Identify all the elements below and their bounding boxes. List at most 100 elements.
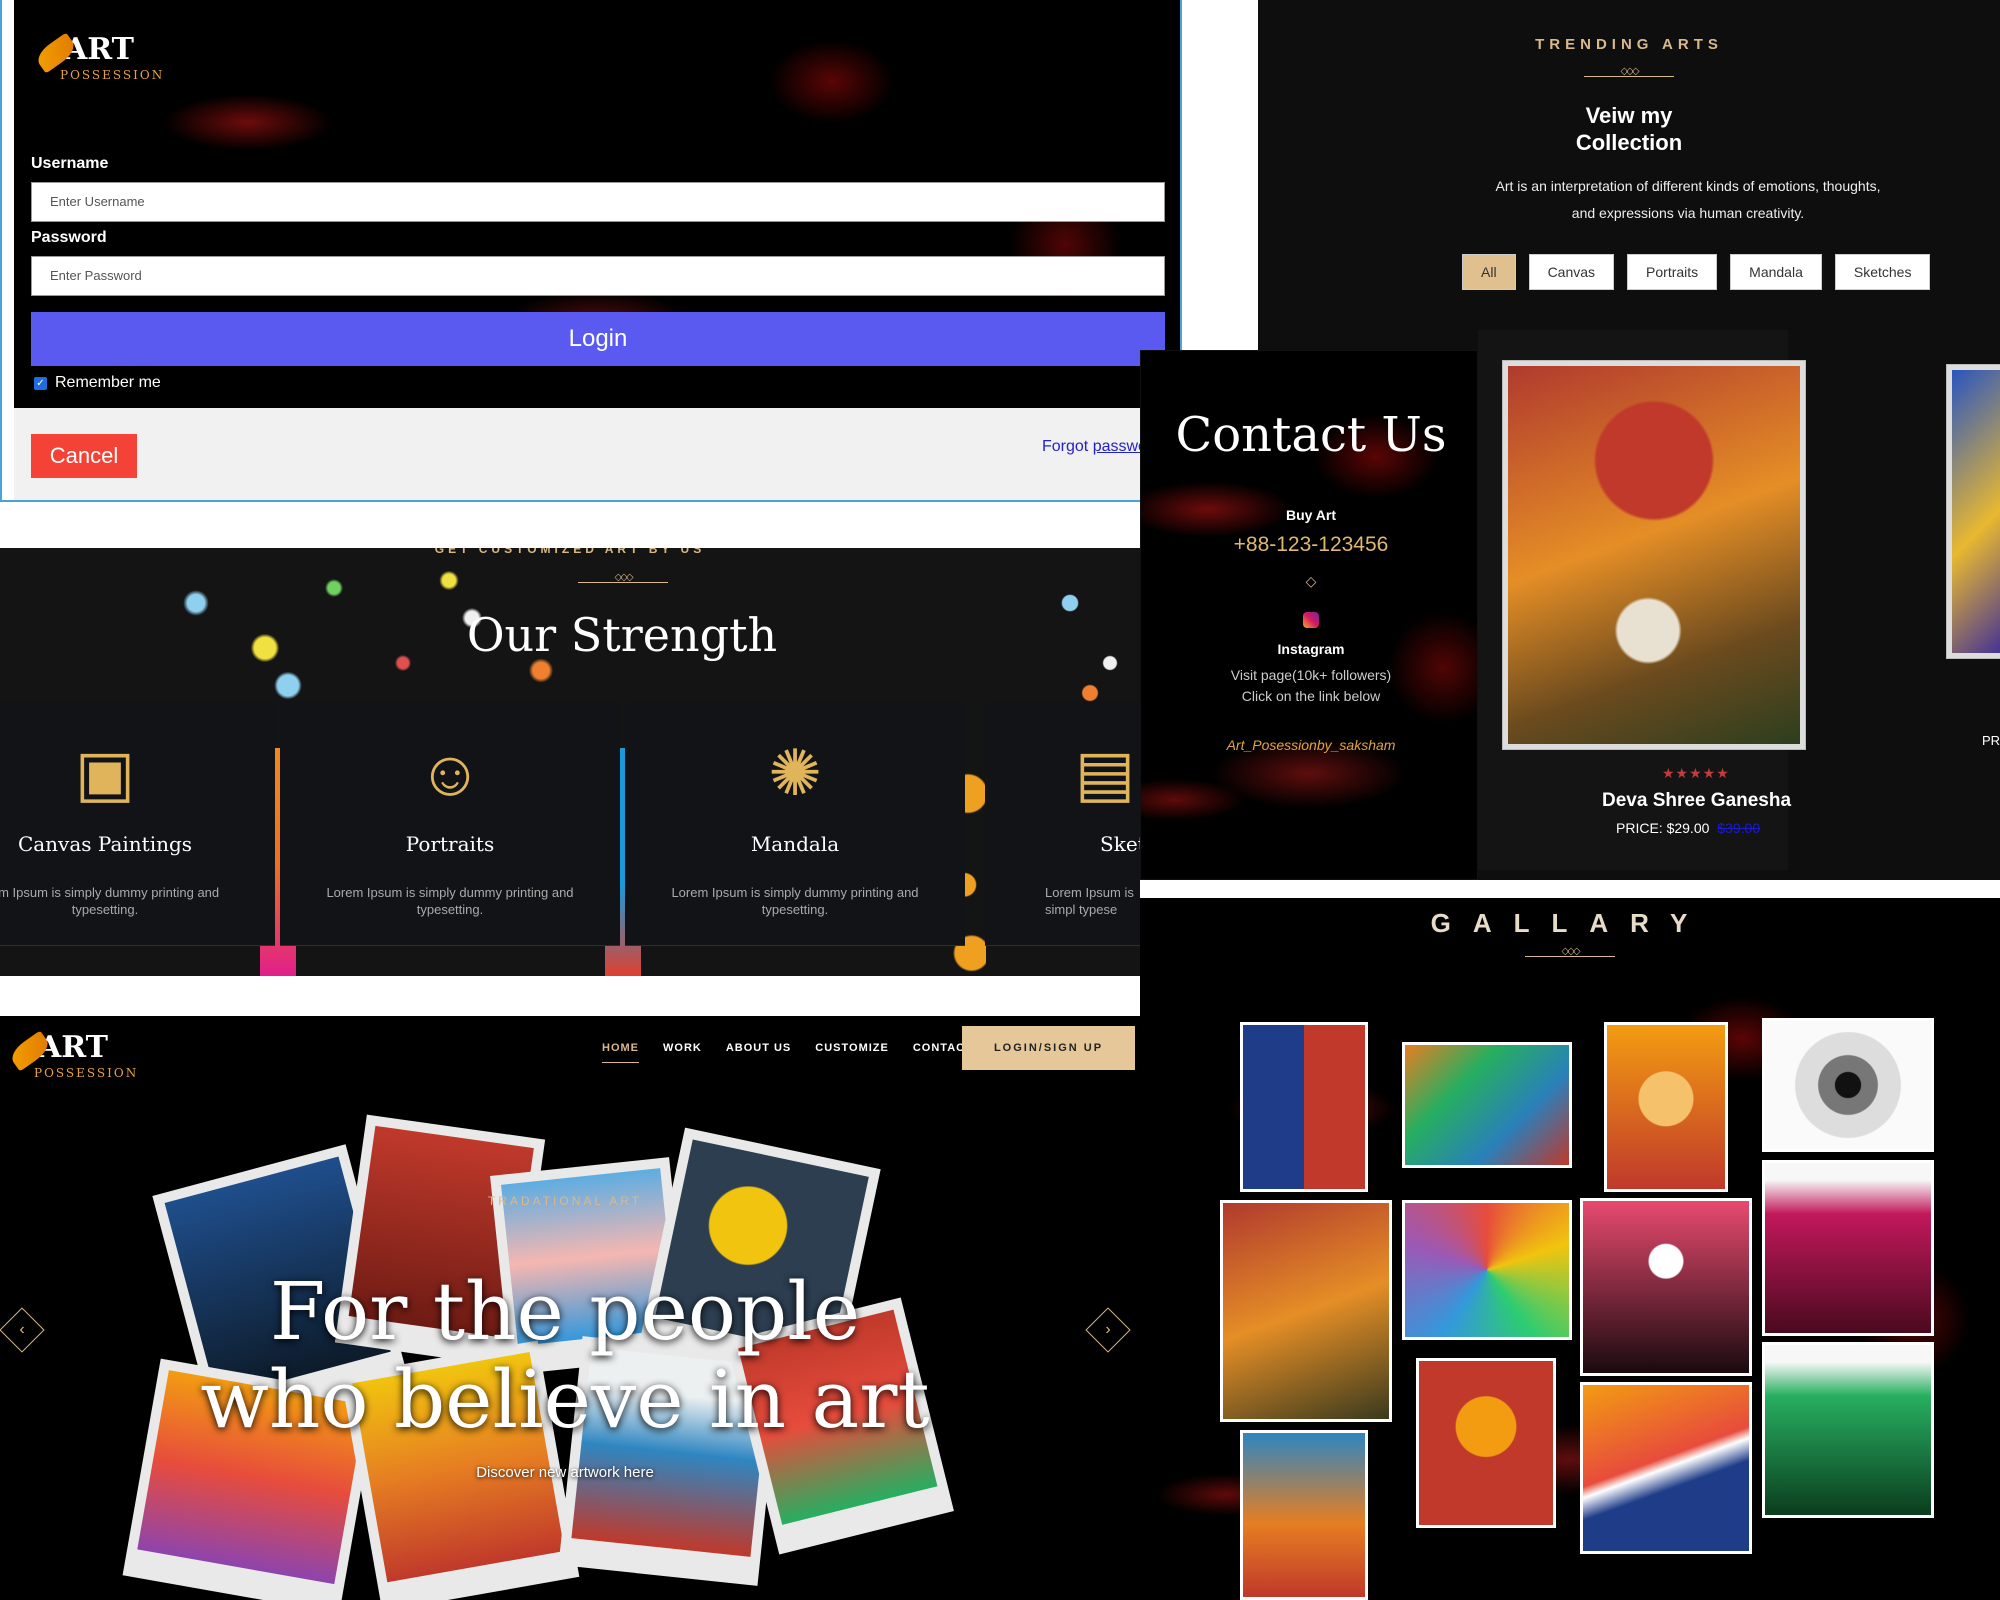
forgot-password-link[interactable]: passwo: [1093, 438, 1147, 455]
trending-title-2: Collection: [1575, 130, 1683, 155]
login-signup-button[interactable]: LOGIN/SIGN UP: [962, 1026, 1135, 1070]
logo-subtext: POSSESSION: [60, 68, 165, 82]
gallery-image[interactable]: [1762, 1018, 1934, 1152]
product-name[interactable]: Deva Shree Ganesha: [1602, 790, 1791, 812]
forgot-password: Forgot passwo: [1042, 438, 1147, 456]
gallery-divider: [1525, 950, 1615, 962]
click-text: Click on the link below: [1241, 688, 1381, 704]
card-name: Mandala: [750, 832, 840, 856]
strength-card-portraits[interactable]: ☺ Portraits Lorem Ipsum is simply dummy …: [280, 702, 620, 946]
filter-all[interactable]: All: [1462, 254, 1516, 290]
remember-label: Remember me: [55, 374, 161, 391]
gallery-image[interactable]: [1762, 1160, 1934, 1336]
hero-panel: ART POSSESSION HOME WORK ABOUT US CUSTOM…: [0, 1016, 1140, 1600]
logo-subtext: POSSESSION: [34, 1066, 139, 1080]
main-nav: HOME WORK ABOUT US CUSTOMIZE CONTACT: [602, 1042, 973, 1063]
forgot-prefix: Forgot: [1042, 438, 1089, 455]
gallery-image[interactable]: [1240, 1022, 1368, 1192]
rating-stars: ★★★★★: [1662, 765, 1730, 781]
logo-text: ART: [64, 32, 135, 67]
login-footer: Cancel Forgot passwo: [14, 408, 1180, 500]
filter-sketches[interactable]: Sketches: [1834, 254, 1931, 290]
gallery-image[interactable]: [1580, 1198, 1752, 1376]
buy-art-label: Buy Art: [1285, 507, 1337, 523]
nav-customize[interactable]: CUSTOMIZE: [815, 1042, 889, 1063]
ornament-divider: [1584, 70, 1674, 82]
gallery-image[interactable]: [1240, 1430, 1368, 1600]
chevron-left-icon: ‹: [19, 1321, 25, 1338]
remember-checkbox[interactable]: ✓: [34, 376, 47, 390]
strength-card-canvas[interactable]: ▣ Canvas Paintings em Ipsum is simply du…: [0, 702, 275, 946]
card-desc: Lorem Ipsum is simply dummy printing and…: [671, 885, 919, 917]
username-input[interactable]: Enter Username: [31, 182, 1165, 222]
login-button[interactable]: Login: [31, 312, 1165, 366]
password-input[interactable]: Enter Password: [31, 256, 1165, 296]
strength-card-mandala[interactable]: ✺ Mandala Lorem Ipsum is simply dummy pr…: [625, 702, 965, 946]
filter-bar: All Canvas Portraits Mandala Sketches: [1462, 254, 1931, 290]
strength-card-sketches[interactable]: ▤ Sket Lorem Ipsum is simpl typese: [985, 702, 1140, 946]
strength-title: Our Strength: [466, 608, 778, 662]
site-logo[interactable]: ART POSSESSION: [33, 32, 162, 82]
contact-panel: Contact Us Buy Art +88-123-123456 ◇ Inst…: [1140, 350, 1478, 880]
logo-text: ART: [38, 1030, 109, 1065]
trending-title-1: Veiw my: [1585, 103, 1673, 128]
gallery-image[interactable]: [1580, 1382, 1752, 1554]
gallery-image[interactable]: [1402, 1042, 1572, 1168]
easel-icon: ▣: [74, 737, 136, 809]
hero-title-line2: who believe in art: [200, 1353, 930, 1446]
strength-panel: GET CUSTOMIZED ART BY US Our Strength ▣ …: [0, 548, 1140, 976]
gallery-panel: GALLARY: [1140, 898, 2000, 1600]
gallery-image[interactable]: [1220, 1200, 1392, 1422]
filter-canvas[interactable]: Canvas: [1528, 254, 1615, 290]
nav-about[interactable]: ABOUT US: [726, 1042, 791, 1063]
login-panel: ART POSSESSION Username Enter Username P…: [0, 0, 1182, 502]
product-price: PRICE: $29.00 $39.00: [1616, 820, 1760, 836]
instagram-label: Instagram: [1277, 641, 1345, 657]
card-name: Portraits: [405, 832, 495, 856]
hero-eyebrow: TRADATIONAL ART: [487, 1194, 643, 1208]
instagram-icon[interactable]: [1303, 612, 1319, 628]
password-label: Password: [31, 229, 107, 246]
trending-desc-2: and expressions via human creativity.: [1571, 205, 1805, 221]
filter-mandala[interactable]: Mandala: [1730, 254, 1822, 290]
gallery-title: GALLARY: [1430, 908, 1710, 938]
trending-eyebrow: TRENDING ARTS: [1535, 36, 1723, 53]
card-desc: em Ipsum is simply dummy printing and ty…: [0, 885, 220, 917]
gallery-image[interactable]: [1762, 1342, 1934, 1518]
next-price-label: PR: [1982, 733, 2000, 748]
remember-me[interactable]: ✓ Remember me: [34, 374, 161, 392]
cancel-button[interactable]: Cancel: [31, 434, 137, 478]
nav-work[interactable]: WORK: [663, 1042, 702, 1063]
contact-title: Contact Us: [1175, 407, 1447, 463]
hero-title-line1: For the people: [269, 1265, 861, 1358]
card-name: Canvas Paintings: [17, 832, 193, 856]
price-value: $29.00: [1666, 820, 1710, 836]
product-image[interactable]: [1502, 360, 1806, 750]
card-name: Sket: [1100, 832, 1140, 856]
site-logo[interactable]: ART POSSESSION: [7, 1030, 136, 1080]
instagram-handle-link[interactable]: Art_Posessionby_saksham: [1227, 737, 1396, 753]
chevron-right-icon: ›: [1105, 1321, 1111, 1338]
strength-divider: [578, 576, 668, 588]
filter-portraits[interactable]: Portraits: [1627, 254, 1718, 290]
contact-inner: Contact Us Buy Art +88-123-123456 ◇ Inst…: [1153, 371, 1469, 871]
gallery-image[interactable]: [1604, 1022, 1728, 1192]
product-card[interactable]: [1478, 330, 1806, 870]
visit-text: Visit page(10k+ followers): [1230, 667, 1392, 683]
price-label: PRICE:: [1616, 820, 1663, 836]
gallery-image[interactable]: [1402, 1200, 1572, 1340]
diamond-ornament: ◇: [1305, 573, 1317, 589]
strength-eyebrow: GET CUSTOMIZED ART BY US: [434, 548, 706, 556]
nav-home[interactable]: HOME: [602, 1042, 639, 1063]
username-label: Username: [31, 155, 109, 172]
price-old: $39.00: [1717, 820, 1761, 836]
hero-subtitle: Discover new artwork here: [476, 1464, 654, 1481]
mandala-icon: ✺: [768, 737, 822, 809]
card-desc: Lorem Ipsum is simpl typese: [1045, 885, 1134, 917]
next-product-image[interactable]: [1946, 364, 2000, 659]
gallery-image[interactable]: [1416, 1358, 1556, 1528]
sketchbook-icon: ▤: [1074, 737, 1136, 809]
trending-desc-1: Art is an interpretation of different ki…: [1495, 178, 1881, 194]
hero-title: For the people who believe in art: [0, 1268, 1130, 1444]
phone-number[interactable]: +88-123-123456: [1153, 533, 1469, 557]
